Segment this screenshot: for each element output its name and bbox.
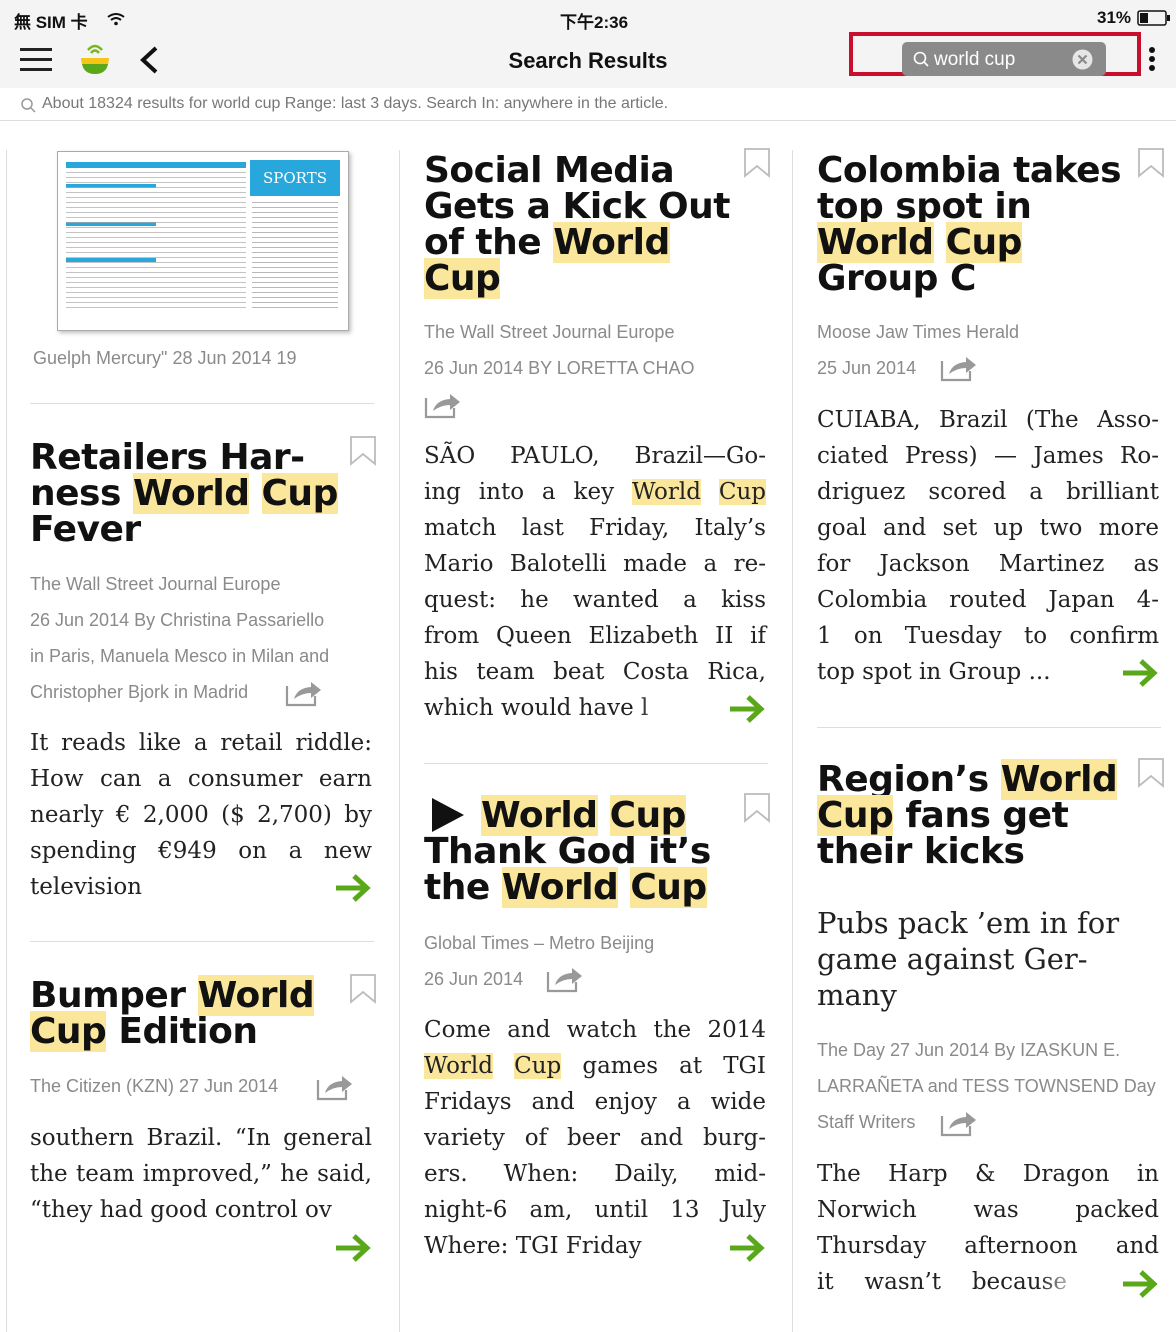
excerpt-fade bbox=[262, 1228, 322, 1262]
search-icon bbox=[913, 51, 929, 67]
excerpt-fade bbox=[262, 869, 322, 903]
article-title[interactable]: Bumper World Cup Edition bbox=[30, 975, 315, 1052]
share-icon[interactable] bbox=[546, 964, 584, 994]
share-icon[interactable] bbox=[316, 1072, 354, 1102]
clear-search-icon[interactable] bbox=[1072, 49, 1093, 70]
article-subtitle: Pubs pack ’em in for game against Ger- m… bbox=[817, 906, 1120, 1012]
article-source: The Wall Street Journal Europe bbox=[30, 574, 281, 594]
thumbnail-meta: Guelph Mercury" 28 Jun 2014 19 bbox=[33, 348, 297, 368]
share-icon[interactable] bbox=[424, 390, 462, 420]
article-byline: Christopher Bjork in Madrid bbox=[30, 682, 249, 702]
share-icon[interactable] bbox=[940, 1108, 978, 1138]
article-excerpt: The Harp & Dragon in Norwich was packed … bbox=[817, 1161, 1159, 1295]
article-title[interactable]: Social Media Gets a Kick Out of the Worl… bbox=[424, 153, 730, 299]
search-value: world cup bbox=[934, 49, 1016, 70]
article-byline: in Paris, Manuela Mesco in Milan and bbox=[30, 646, 330, 666]
excerpt-fade bbox=[1040, 1264, 1100, 1298]
nav-bar: Search Results world cup bbox=[0, 32, 1176, 88]
more-options-icon[interactable] bbox=[1147, 46, 1157, 74]
article-byline: 26 Jun 2014 BY LORETTA CHAO bbox=[424, 358, 695, 378]
wifi-icon bbox=[107, 13, 125, 26]
share-icon[interactable] bbox=[940, 353, 978, 383]
search-summary-bar: About 18324 results for world cup Range:… bbox=[0, 88, 1176, 121]
carrier-label: 無 SIM 卡 bbox=[14, 13, 88, 32]
article-separator bbox=[30, 403, 374, 404]
arrow-right-icon[interactable] bbox=[1121, 657, 1159, 689]
excerpt-fade bbox=[640, 1228, 700, 1262]
article-separator bbox=[817, 727, 1161, 728]
search-summary: About 18324 results for world cup Range:… bbox=[42, 95, 669, 112]
bookmark-icon[interactable] bbox=[743, 148, 771, 178]
article-title[interactable]: World Cup Thank God it’s the World Cup bbox=[424, 795, 711, 908]
arrow-right-icon[interactable] bbox=[334, 872, 372, 904]
article-title[interactable]: Retailers Har- ness World Cup Fever bbox=[30, 440, 338, 548]
article-title[interactable]: Colombia takes top spot in World Cup Gro… bbox=[817, 153, 1122, 297]
bookmark-icon[interactable] bbox=[349, 436, 377, 466]
article-excerpt: Come and watch the 2014 World Cup games … bbox=[424, 1017, 766, 1259]
article-separator bbox=[30, 941, 374, 942]
article-separator bbox=[424, 763, 768, 764]
status-bar: 無 SIM 卡 下午2:36 31% bbox=[0, 0, 1176, 36]
article-source: The Wall Street Journal Europe bbox=[424, 322, 675, 342]
thumbnail-banner: SPORTS bbox=[250, 160, 340, 196]
article-source: Moose Jaw Times Herald bbox=[817, 322, 1020, 342]
article-meta: The Citizen (KZN) 27 Jun 2014 bbox=[30, 1076, 279, 1096]
bookmark-icon[interactable] bbox=[743, 793, 771, 823]
excerpt-fade bbox=[640, 690, 700, 724]
article-source: Global Times – Metro Beijing bbox=[424, 933, 655, 953]
article-excerpt: CUIABA, Brazil (The Asso- ciated Press) … bbox=[817, 407, 1159, 685]
article-meta: 25 Jun 2014 bbox=[817, 358, 917, 378]
article-byline: LARRAÑETA and TESS TOWNSEND Day bbox=[817, 1076, 1156, 1096]
bookmark-icon[interactable] bbox=[349, 974, 377, 1004]
column-divider bbox=[399, 150, 400, 1332]
column-divider bbox=[792, 150, 793, 1332]
column-divider bbox=[6, 150, 7, 1332]
article-byline: 26 Jun 2014 By Christina Passariello bbox=[30, 610, 325, 630]
thumbnail-table bbox=[66, 162, 246, 312]
battery-icon bbox=[1137, 10, 1170, 26]
clock: 下午2:36 bbox=[560, 13, 629, 32]
bookmark-icon[interactable] bbox=[1137, 758, 1165, 788]
search-icon bbox=[21, 98, 36, 113]
article-title[interactable]: Region’s World Cup fans get their kicks bbox=[817, 759, 1118, 870]
article-meta: 26 Jun 2014 bbox=[424, 969, 524, 989]
article-excerpt: SÃO PAULO, Brazil—Go- ing into a key Wor… bbox=[424, 443, 766, 721]
arrow-right-icon[interactable] bbox=[728, 1232, 766, 1264]
article-byline: The Day 27 Jun 2014 By IZASKUN E. bbox=[817, 1040, 1121, 1060]
arrow-right-icon[interactable] bbox=[334, 1232, 372, 1264]
newspaper-page-thumbnail[interactable]: SPORTS bbox=[57, 151, 349, 331]
bookmark-icon[interactable] bbox=[1137, 148, 1165, 178]
arrow-right-icon[interactable] bbox=[728, 693, 766, 725]
battery-label: 31% bbox=[1097, 8, 1132, 27]
search-input[interactable]: world cup bbox=[902, 42, 1106, 76]
article-byline: Staff Writers bbox=[817, 1112, 916, 1132]
share-icon[interactable] bbox=[285, 678, 323, 708]
arrow-right-icon[interactable] bbox=[1121, 1268, 1159, 1300]
article-excerpt: southern Brazil. “In general the team im… bbox=[30, 1125, 372, 1223]
